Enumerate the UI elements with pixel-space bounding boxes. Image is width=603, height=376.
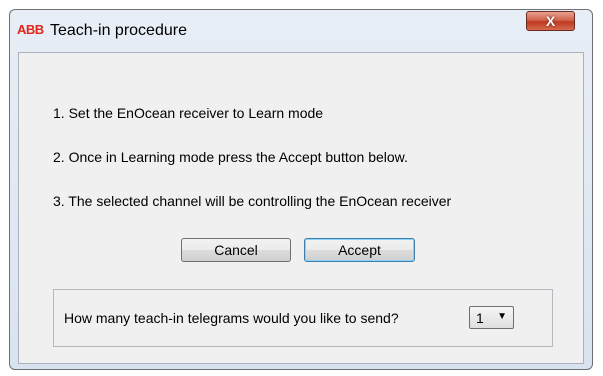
instruction-step-2: 2. Once in Learning mode press the Accep… (53, 149, 408, 165)
telegram-count-value: 1 (476, 310, 484, 326)
chevron-down-icon: ▼ (497, 311, 507, 322)
dialog-content: 1. Set the EnOcean receiver to Learn mod… (18, 52, 584, 364)
instruction-step-3: 3. The selected channel will be controll… (53, 193, 452, 209)
telegram-count-select[interactable]: 1 ▼ (469, 306, 514, 329)
window-title: Teach-in procedure (50, 22, 187, 39)
accept-button[interactable]: Accept (304, 238, 415, 262)
telegram-count-group: How many teach-in telegrams would you li… (53, 289, 553, 347)
teach-in-dialog: ABB Teach-in procedure X 1. Set the EnOc… (9, 9, 593, 370)
title-bar[interactable]: ABB Teach-in procedure X (10, 10, 592, 54)
instruction-step-1: 1. Set the EnOcean receiver to Learn mod… (53, 105, 324, 121)
cancel-button[interactable]: Cancel (181, 238, 291, 262)
close-button[interactable]: X (526, 11, 575, 31)
telegram-count-label: How many teach-in telegrams would you li… (64, 310, 399, 326)
abb-logo: ABB (17, 22, 44, 37)
close-icon: X (545, 13, 556, 29)
